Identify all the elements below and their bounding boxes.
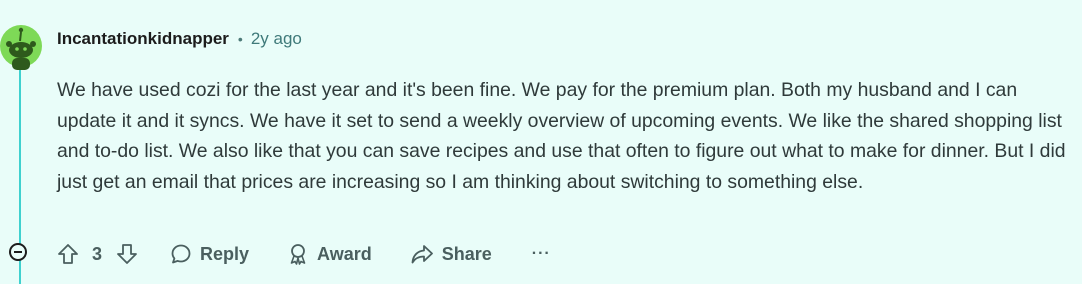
share-label: Share [441,243,492,264]
more-options-button[interactable]: ··· [532,245,551,263]
more-icon: ··· [531,245,551,262]
award-icon [287,243,309,265]
share-icon [410,243,434,265]
reply-label: Reply [200,243,250,264]
timestamp[interactable]: 2y ago [251,29,302,49]
collapse-icon[interactable] [9,243,27,261]
action-bar: 3 Reply Award Share ··· [57,240,551,268]
comment-body: We have used cozi for the last year and … [57,79,1066,193]
snoo-avatar-icon [0,25,42,70]
username-link[interactable]: Incantationkidnapper [57,29,229,49]
comment-header: Incantationkidnapper • 2y ago [57,28,302,50]
vote-count: 3 [92,243,103,264]
reply-button[interactable]: Reply [170,243,249,265]
award-button[interactable]: Award [287,243,372,265]
vote-group: 3 [57,243,138,265]
avatar[interactable] [0,8,42,70]
reply-icon [170,243,192,265]
upvote-icon[interactable] [57,243,79,265]
award-label: Award [317,243,372,264]
separator-dot: • [237,31,243,47]
share-button[interactable]: Share [410,243,492,265]
downvote-icon[interactable] [116,243,138,265]
